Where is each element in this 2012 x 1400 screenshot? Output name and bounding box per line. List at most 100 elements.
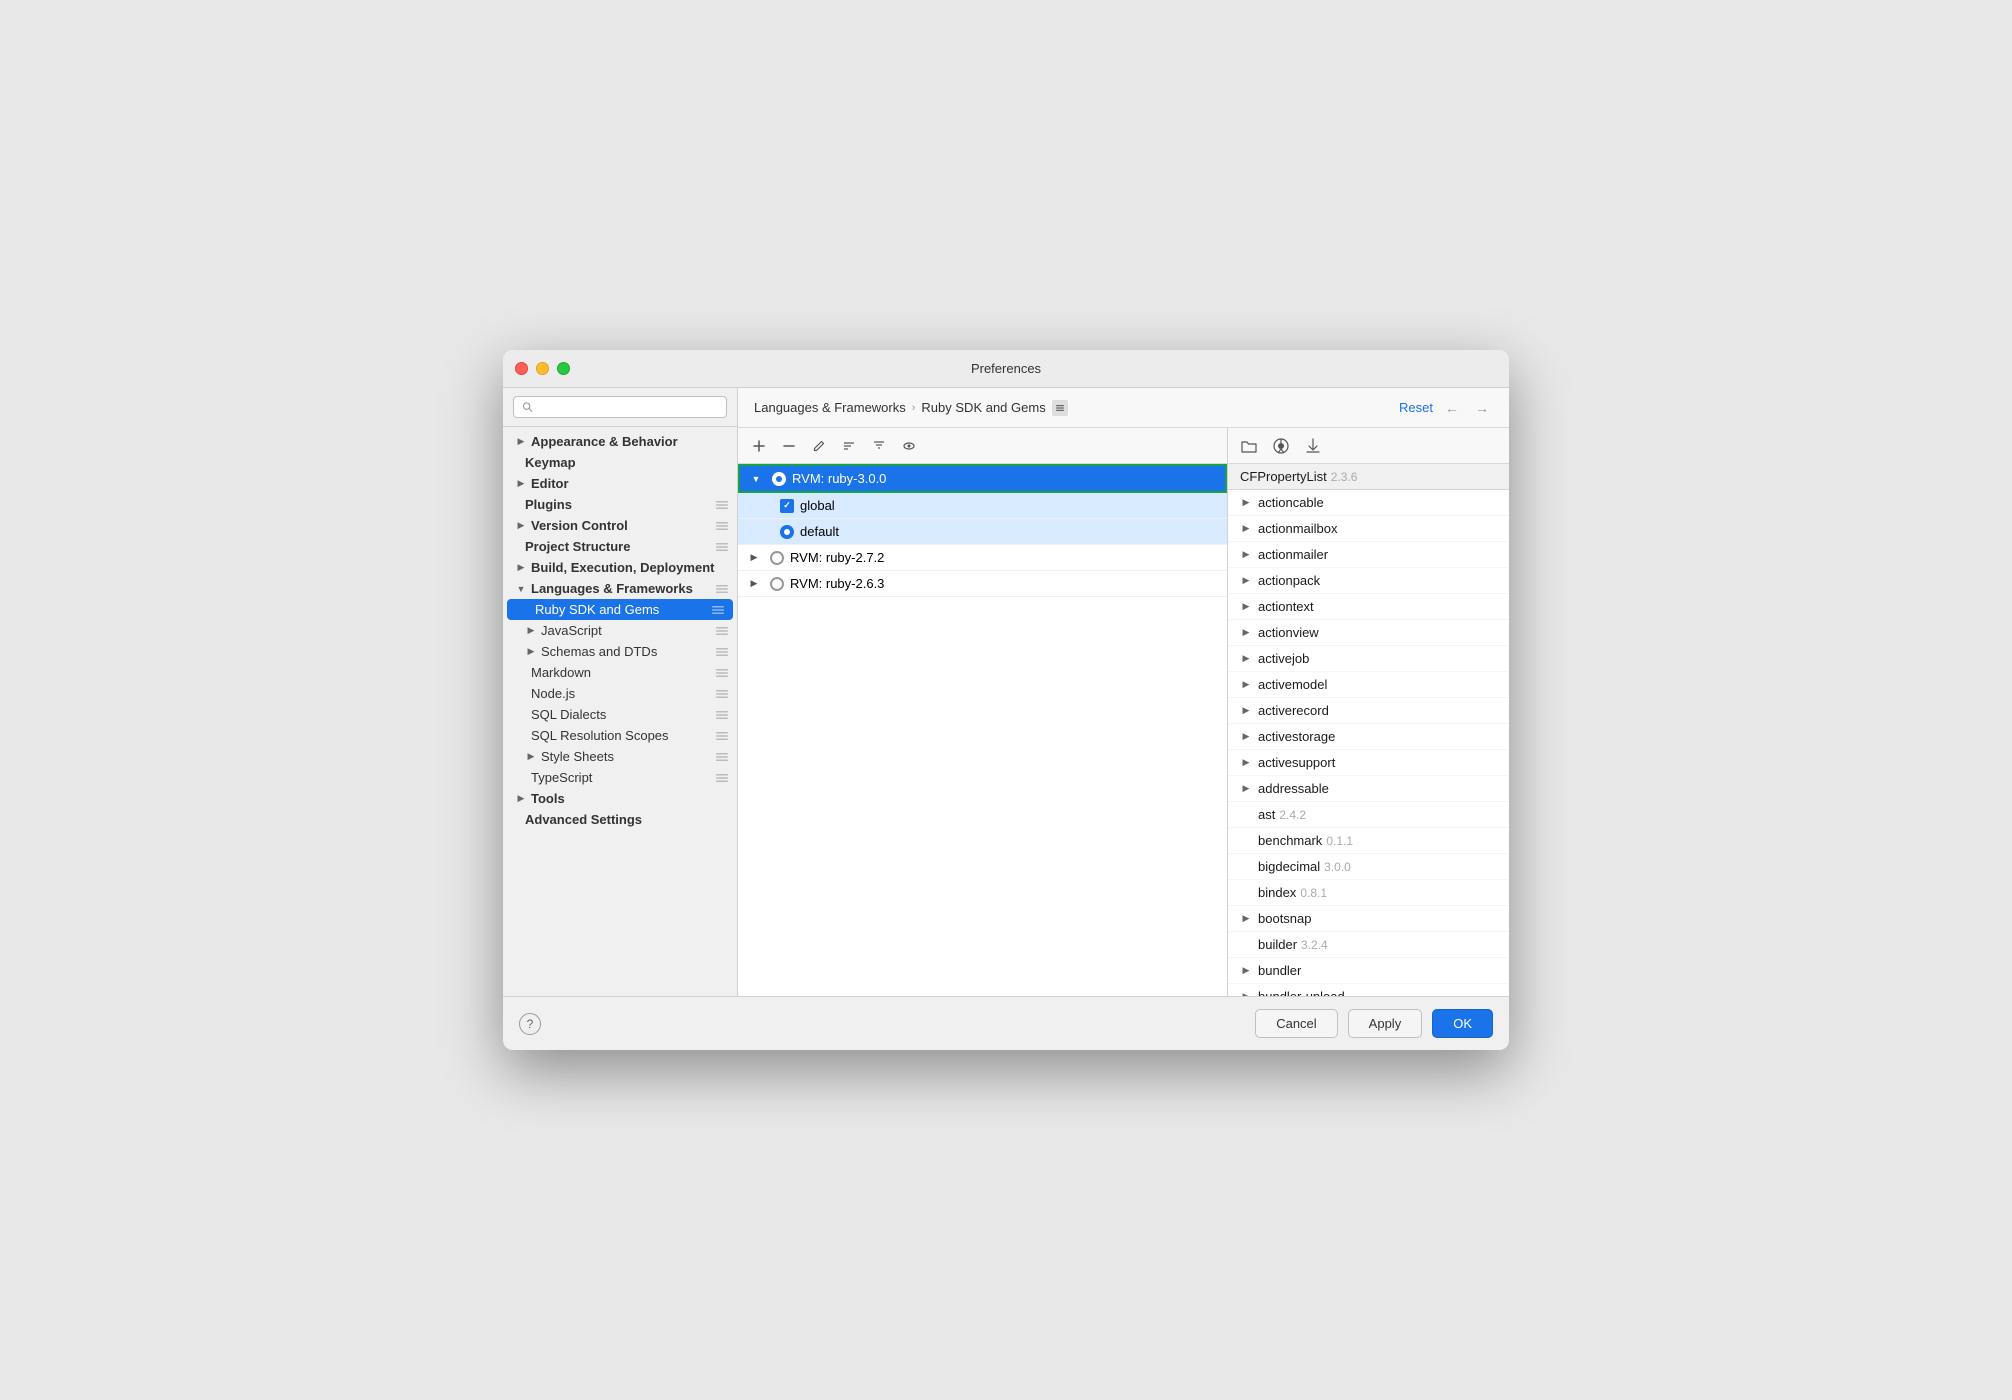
add-button[interactable] xyxy=(746,433,772,459)
gem-item[interactable]: ▶ bigdecimal 3.0.0 xyxy=(1228,854,1509,880)
sidebar-item-keymap[interactable]: Keymap xyxy=(503,452,737,473)
gem-item[interactable]: ▶ bootsnap xyxy=(1228,906,1509,932)
search-wrapper[interactable] xyxy=(513,396,727,418)
sidebar-item-sql-resolution[interactable]: SQL Resolution Scopes xyxy=(503,725,737,746)
sidebar-item-tools[interactable]: ▶ Tools xyxy=(503,788,737,809)
chevron-right-icon: ▶ xyxy=(1240,731,1252,743)
download-button[interactable] xyxy=(1300,433,1326,459)
sdk-item-rvm272[interactable]: ▶ RVM: ruby-2.7.2 xyxy=(738,545,1227,571)
search-input[interactable] xyxy=(538,400,718,414)
gem-item[interactable]: ▶ actioncable xyxy=(1228,490,1509,516)
sdk-item-rvm263[interactable]: ▶ RVM: ruby-2.6.3 xyxy=(738,571,1227,597)
sidebar-item-advanced[interactable]: Advanced Settings xyxy=(503,809,737,830)
gem-item[interactable]: ▶ addressable xyxy=(1228,776,1509,802)
gem-name: activejob xyxy=(1258,651,1309,666)
gem-item[interactable]: ▶ actionmailbox xyxy=(1228,516,1509,542)
sidebar-item-nodejs[interactable]: Node.js xyxy=(503,683,737,704)
sdk-radio-rvm300 xyxy=(772,472,786,486)
gem-item[interactable]: ▶ activerecord xyxy=(1228,698,1509,724)
gem-item[interactable]: ▶ actionview xyxy=(1228,620,1509,646)
settings-icon xyxy=(715,519,729,533)
chevron-right-icon: ▶ xyxy=(1240,523,1252,535)
minimize-button[interactable] xyxy=(536,362,549,375)
sidebar-item-schemas[interactable]: ▶ Schemas and DTDs xyxy=(503,641,737,662)
breadcrumb-separator: › xyxy=(912,402,916,414)
filter-button[interactable] xyxy=(866,433,892,459)
settings-icon xyxy=(715,540,729,554)
chevron-right-icon: ▶ xyxy=(1240,705,1252,717)
chrome-button[interactable] xyxy=(1268,433,1294,459)
maximize-button[interactable] xyxy=(557,362,570,375)
settings-icon xyxy=(715,750,729,764)
sdk-item-rvm300[interactable]: ▼ RVM: ruby-3.0.0 xyxy=(738,464,1227,493)
gem-name: bundler xyxy=(1258,963,1301,978)
sdk-checkbox-global xyxy=(780,499,794,513)
sidebar-item-javascript[interactable]: ▶ JavaScript xyxy=(503,620,737,641)
gem-item[interactable]: ▶ activestorage xyxy=(1228,724,1509,750)
sidebar-item-plugins[interactable]: Plugins xyxy=(503,494,737,515)
breadcrumb-menu-icon[interactable] xyxy=(1052,400,1068,416)
eye-button[interactable] xyxy=(896,433,922,459)
breadcrumb-bar: Languages & Frameworks › Ruby SDK and Ge… xyxy=(738,388,1509,428)
gem-item[interactable]: ▶ benchmark 0.1.1 xyxy=(1228,828,1509,854)
gem-item[interactable]: ▶ bundler-unload xyxy=(1228,984,1509,996)
sidebar-item-appearance[interactable]: ▶ Appearance & Behavior xyxy=(503,431,737,452)
gems-toolbar xyxy=(1228,428,1509,464)
sidebar-item-version-control[interactable]: ▶ Version Control xyxy=(503,515,737,536)
gem-item[interactable]: ▶ activemodel xyxy=(1228,672,1509,698)
gem-name: actiontext xyxy=(1258,599,1314,614)
cancel-button[interactable]: Cancel xyxy=(1255,1009,1337,1038)
reset-button[interactable]: Reset xyxy=(1399,400,1433,415)
gem-name: actionview xyxy=(1258,625,1319,640)
gem-item[interactable]: ▶ actionpack xyxy=(1228,568,1509,594)
gem-item[interactable]: ▶ bundler xyxy=(1228,958,1509,984)
sidebar-item-markdown[interactable]: Markdown xyxy=(503,662,737,683)
close-button[interactable] xyxy=(515,362,528,375)
back-button[interactable]: ← xyxy=(1441,397,1463,419)
help-button[interactable]: ? xyxy=(519,1013,541,1035)
chevron-right-icon: ▶ xyxy=(1240,497,1252,509)
sort-button[interactable] xyxy=(836,433,862,459)
sdk-name: default xyxy=(800,524,839,539)
sdk-item-global[interactable]: global xyxy=(738,493,1227,519)
gem-name: ast xyxy=(1258,807,1275,822)
remove-button[interactable] xyxy=(776,433,802,459)
sidebar-label: Node.js xyxy=(531,686,711,701)
gems-list: CFPropertyList 2.3.6 ▶ actioncable ▶ act… xyxy=(1228,464,1509,996)
chevron-right-icon: ▶ xyxy=(1240,601,1252,613)
split-panel: ▼ RVM: ruby-3.0.0 global default xyxy=(738,428,1509,996)
title-bar: Preferences xyxy=(503,350,1509,388)
sidebar-item-editor[interactable]: ▶ Editor xyxy=(503,473,737,494)
forward-button[interactable]: → xyxy=(1471,397,1493,419)
gem-item[interactable]: ▶ actionmailer xyxy=(1228,542,1509,568)
sidebar-item-languages[interactable]: ▼ Languages & Frameworks xyxy=(503,578,737,599)
settings-icon xyxy=(715,708,729,722)
chevron-right-icon: ▶ xyxy=(1240,965,1252,977)
gem-header-item[interactable]: CFPropertyList 2.3.6 xyxy=(1228,464,1509,490)
apply-button[interactable]: Apply xyxy=(1348,1009,1423,1038)
sidebar-item-style-sheets[interactable]: ▶ Style Sheets xyxy=(503,746,737,767)
search-bar xyxy=(503,388,737,427)
ok-button[interactable]: OK xyxy=(1432,1009,1493,1038)
gem-item[interactable]: ▶ builder 3.2.4 xyxy=(1228,932,1509,958)
gem-item[interactable]: ▶ ast 2.4.2 xyxy=(1228,802,1509,828)
sidebar-item-project-structure[interactable]: Project Structure xyxy=(503,536,737,557)
sidebar-label: Languages & Frameworks xyxy=(531,581,711,596)
gem-item[interactable]: ▶ actiontext xyxy=(1228,594,1509,620)
sidebar-item-ruby-sdk[interactable]: Ruby SDK and Gems xyxy=(507,599,733,620)
sdk-panel: ▼ RVM: ruby-3.0.0 global default xyxy=(738,428,1228,996)
sidebar-label: Advanced Settings xyxy=(525,812,729,827)
sidebar-item-typescript[interactable]: TypeScript xyxy=(503,767,737,788)
sidebar-item-sql-dialects[interactable]: SQL Dialects xyxy=(503,704,737,725)
edit-button[interactable] xyxy=(806,433,832,459)
open-folder-button[interactable] xyxy=(1236,433,1262,459)
sdk-item-default[interactable]: default xyxy=(738,519,1227,545)
chevron-down-icon: ▼ xyxy=(515,583,527,595)
gem-item[interactable]: ▶ activejob xyxy=(1228,646,1509,672)
sidebar-item-build[interactable]: ▶ Build, Execution, Deployment xyxy=(503,557,737,578)
sdk-radio-default xyxy=(780,525,794,539)
gem-name: addressable xyxy=(1258,781,1329,796)
gem-item[interactable]: ▶ bindex 0.8.1 xyxy=(1228,880,1509,906)
gem-name: bindex xyxy=(1258,885,1296,900)
gem-item[interactable]: ▶ activesupport xyxy=(1228,750,1509,776)
